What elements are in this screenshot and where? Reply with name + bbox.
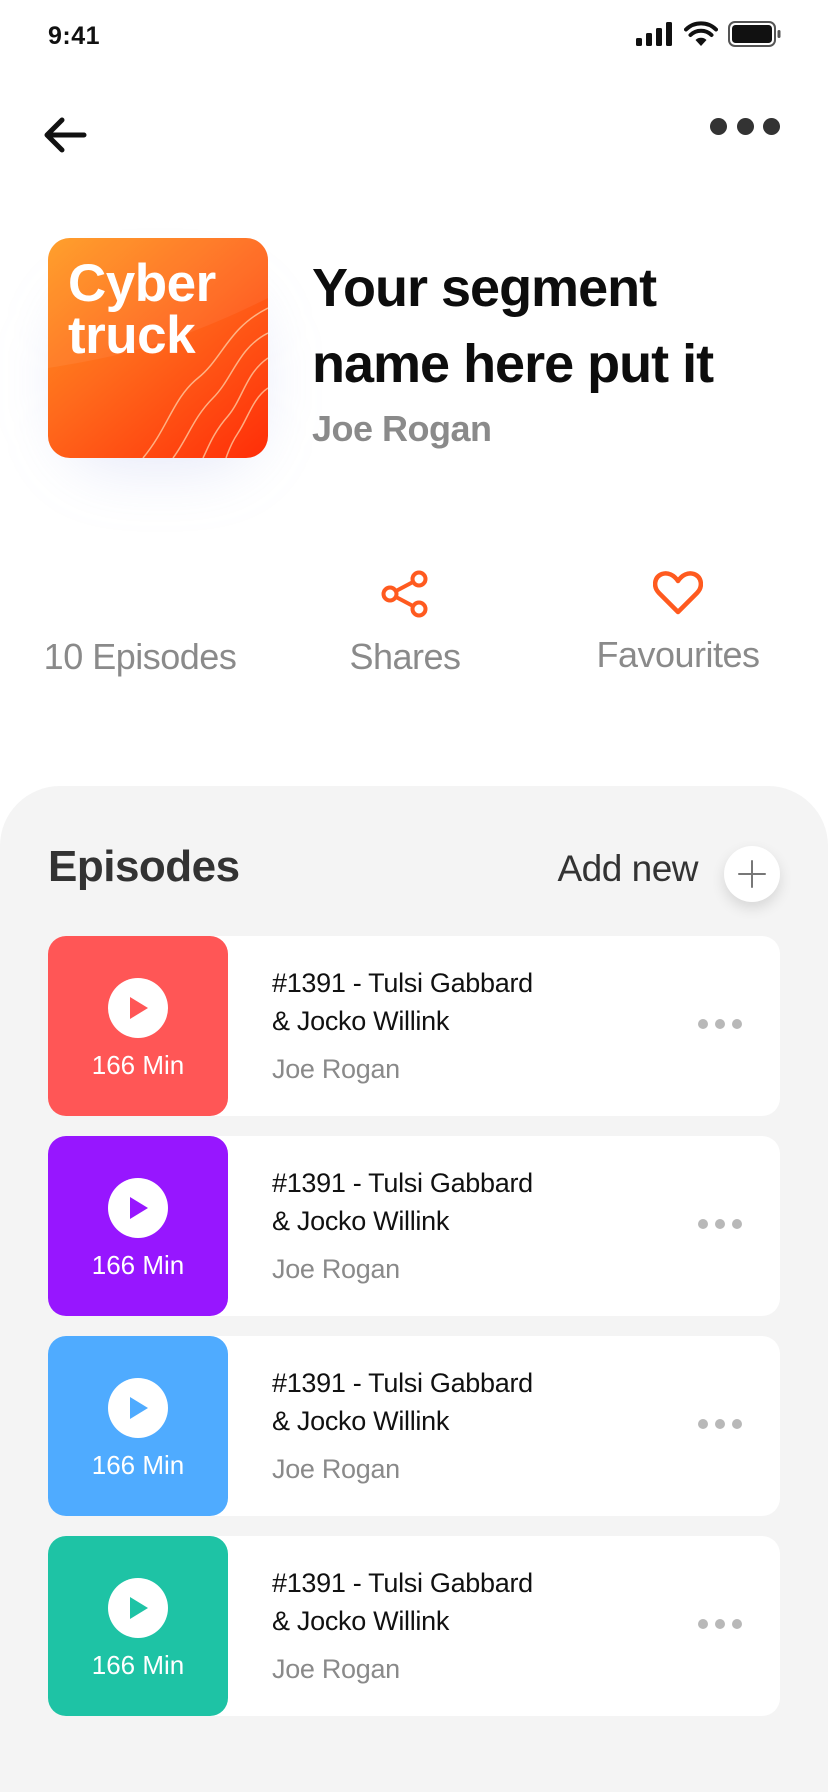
- episode-duration: 166 Min: [91, 1050, 185, 1080]
- segment-title: Your segment name here put it: [312, 258, 714, 394]
- episode-card[interactable]: 166 Min #1391 - Tulsi Gabbard & Jocko Wi…: [48, 1336, 780, 1516]
- more-dot: [732, 1619, 742, 1629]
- episode-author: Joe Rogan: [272, 1654, 400, 1684]
- episode-duration: 166 Min: [91, 1250, 185, 1280]
- episode-author: Joe Rogan: [272, 1054, 400, 1084]
- more-dot: [732, 1419, 742, 1429]
- episode-card[interactable]: 166 Min #1391 - Tulsi Gabbard & Jocko Wi…: [48, 936, 780, 1116]
- segment-cover-art: Cyber truck: [48, 238, 268, 458]
- favourites-stat[interactable]: Favourites: [588, 570, 768, 676]
- more-dot: [710, 117, 727, 135]
- episode-thumbnail: 166 Min: [48, 1536, 228, 1716]
- episode-author: Joe Rogan: [272, 1454, 400, 1484]
- episodes-panel: Episodes Add new 166 Min #1391 - Tulsi G…: [0, 786, 828, 1792]
- episode-more-button[interactable]: [698, 1014, 742, 1034]
- more-dot: [715, 1619, 725, 1629]
- more-dot: [698, 1219, 708, 1229]
- play-button[interactable]: [108, 978, 168, 1038]
- episode-thumbnail: 166 Min: [48, 936, 228, 1116]
- episode-title: #1391 - Tulsi Gabbard & Jocko Willink: [272, 968, 533, 1036]
- sound-wave-icon: [106, 570, 173, 618]
- play-icon: [130, 1397, 148, 1419]
- share-icon: [381, 570, 428, 618]
- episode-more-button[interactable]: [698, 1614, 742, 1634]
- arrow-left-icon: [44, 117, 87, 153]
- play-icon: [130, 997, 148, 1019]
- episode-card[interactable]: 166 Min #1391 - Tulsi Gabbard & Jocko Wi…: [48, 1136, 780, 1316]
- wifi-icon: [684, 21, 718, 46]
- more-dot: [715, 1419, 725, 1429]
- add-new-button[interactable]: [724, 846, 780, 902]
- cover-title: Cyber truck: [68, 258, 216, 365]
- status-bar: 9:41: [0, 0, 828, 80]
- episode-title: #1391 - Tulsi Gabbard & Jocko Willink: [272, 1168, 533, 1236]
- more-dot: [698, 1619, 708, 1629]
- episode-duration: 166 Min: [91, 1650, 185, 1680]
- more-options-button[interactable]: [710, 108, 780, 144]
- more-dot: [732, 1219, 742, 1229]
- play-icon: [130, 1197, 148, 1219]
- more-dot: [698, 1419, 708, 1429]
- more-dot: [732, 1019, 742, 1029]
- segment-author: Joe Rogan: [312, 408, 492, 449]
- episodes-count-stat[interactable]: 10 Episodes: [40, 570, 240, 678]
- more-dot: [715, 1219, 725, 1229]
- shares-stat[interactable]: Shares: [330, 570, 480, 678]
- back-button[interactable]: [40, 110, 90, 160]
- episode-more-button[interactable]: [698, 1414, 742, 1434]
- more-dot: [715, 1019, 725, 1029]
- episode-thumbnail: 166 Min: [48, 1136, 228, 1316]
- episode-card[interactable]: 166 Min #1391 - Tulsi Gabbard & Jocko Wi…: [48, 1536, 780, 1716]
- heart-icon: [653, 571, 703, 615]
- status-icons: [636, 20, 782, 48]
- episode-title: #1391 - Tulsi Gabbard & Jocko Willink: [272, 1568, 533, 1636]
- play-button[interactable]: [108, 1578, 168, 1638]
- episode-more-button[interactable]: [698, 1214, 742, 1234]
- episode-list: 166 Min #1391 - Tulsi Gabbard & Jocko Wi…: [48, 936, 780, 1736]
- play-icon: [130, 1597, 148, 1619]
- add-new-label[interactable]: Add new: [558, 848, 699, 890]
- more-dot: [698, 1019, 708, 1029]
- play-button[interactable]: [108, 1178, 168, 1238]
- battery-icon: [728, 21, 781, 47]
- more-dot: [736, 117, 754, 135]
- episodes-count-label: 10 Episodes: [43, 636, 237, 677]
- signal-icon: [636, 22, 672, 46]
- play-button[interactable]: [108, 1378, 168, 1438]
- plus-icon: [738, 860, 766, 888]
- shares-label: Shares: [349, 636, 461, 677]
- more-dot: [763, 117, 780, 135]
- favourites-label: Favourites: [596, 634, 760, 675]
- episode-thumbnail: 166 Min: [48, 1336, 228, 1516]
- status-time: 9:41: [48, 22, 101, 50]
- episode-author: Joe Rogan: [272, 1254, 400, 1284]
- episodes-section-title: Episodes: [48, 842, 240, 891]
- episode-title: #1391 - Tulsi Gabbard & Jocko Willink: [272, 1368, 533, 1436]
- episode-duration: 166 Min: [91, 1450, 185, 1480]
